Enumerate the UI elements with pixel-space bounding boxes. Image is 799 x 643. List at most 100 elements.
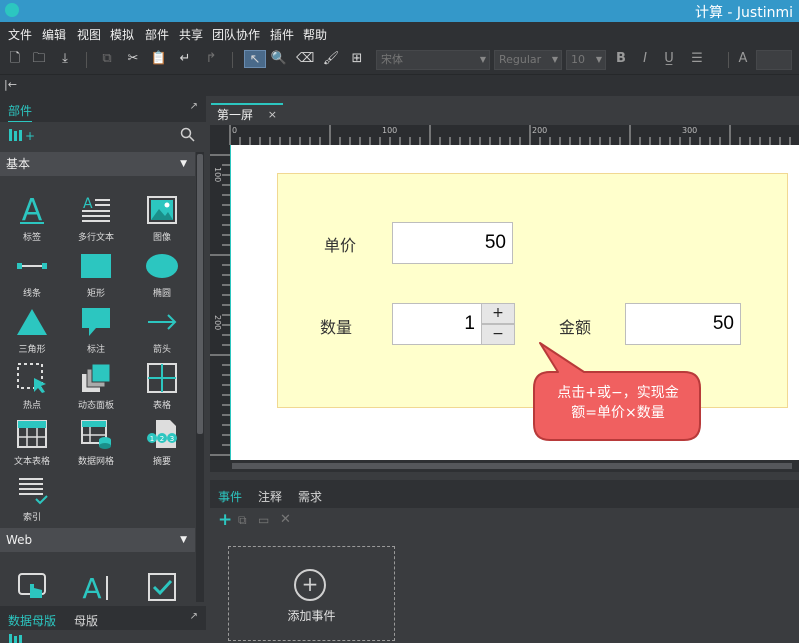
widget-dynamic-panel[interactable]: 动态面板 <box>72 358 120 414</box>
tab-first-screen[interactable]: 第一屏 × <box>211 103 283 125</box>
menu-plugins[interactable]: 插件 <box>270 26 294 43</box>
library-add-icon[interactable]: + <box>8 127 36 143</box>
select-pointer-icon[interactable]: ↖ <box>244 50 266 68</box>
widget-triangle[interactable]: 三角形 <box>8 302 56 358</box>
font-family-value: 宋体 <box>381 53 403 66</box>
copy-icon[interactable]: ⧉ <box>98 50 116 68</box>
masters-panel-tabs: 数据母版 母版 ↗ <box>0 606 206 633</box>
widget-checkbox[interactable] <box>138 566 186 606</box>
callout-text: 点击+或−，实现金 额=单价×数量 <box>536 383 700 423</box>
amount-field[interactable]: 50 <box>625 303 741 345</box>
widget-hotspot[interactable]: 热点 <box>8 358 56 414</box>
expand-icon[interactable]: ↗ <box>190 611 198 622</box>
menu-view[interactable]: 视图 <box>77 26 101 43</box>
widget-rectangle[interactable]: 矩形 <box>72 246 120 302</box>
widget-paragraph-name: 多行文本 <box>77 233 114 243</box>
left-panel: 部件 ↗ + 基本 ▼ A 标签 A 多行文本 图像 线条 矩形 椭圆 三角形 … <box>0 96 206 643</box>
menu-simulate[interactable]: 模拟 <box>110 26 134 43</box>
tab-masters[interactable]: 母版 <box>74 612 98 629</box>
app-logo-icon <box>5 3 19 17</box>
index-icon <box>19 478 48 505</box>
new-file-icon[interactable]: 🗋 <box>6 50 24 68</box>
tab-requirements[interactable]: 需求 <box>298 488 322 505</box>
redo-icon[interactable]: ↱ <box>202 50 220 68</box>
font-color-button[interactable]: A <box>734 50 752 68</box>
category-basic-header[interactable]: 基本 ▼ <box>0 152 195 176</box>
font-color-select[interactable] <box>756 50 792 70</box>
menu-widgets[interactable]: 部件 <box>145 26 169 43</box>
quantity-increment-button[interactable]: + <box>481 303 515 324</box>
paste-icon[interactable]: 📋 <box>150 50 168 68</box>
chevron-down-icon: ▼ <box>180 535 187 545</box>
search-icon[interactable] <box>180 127 196 143</box>
style-icon[interactable]: ⊞ <box>348 50 366 68</box>
collapse-panel-icon[interactable]: |← <box>4 78 17 91</box>
expand-icon[interactable]: ↗ <box>190 101 198 112</box>
menu-share[interactable]: 共享 <box>179 26 203 43</box>
widgets-scrollbar-thumb[interactable] <box>197 154 203 434</box>
ruler-label: 100 <box>382 126 398 135</box>
widget-image[interactable]: 图像 <box>138 190 186 246</box>
widget-ellipse-name: 椭圆 <box>152 289 171 299</box>
widget-line[interactable]: 线条 <box>8 246 56 302</box>
quantity-decrement-button[interactable]: − <box>481 324 515 345</box>
widget-summary[interactable]: 123 摘要 <box>138 414 186 470</box>
widget-summary-name: 摘要 <box>152 457 171 467</box>
bold-button[interactable]: B <box>612 50 630 68</box>
download-icon[interactable]: ⤓ <box>56 50 74 68</box>
category-web-label: Web <box>6 533 33 547</box>
menu-help[interactable]: 帮助 <box>303 26 327 43</box>
format-painter-icon[interactable]: 🖌 <box>322 50 340 68</box>
widget-table[interactable]: 表格 <box>138 358 186 414</box>
italic-button[interactable]: I <box>636 50 654 68</box>
menu-edit[interactable]: 编辑 <box>42 26 66 43</box>
chevron-down-icon: ▼ <box>180 159 187 169</box>
widget-callout-name: 标注 <box>86 345 105 355</box>
align-icon[interactable]: ☰ <box>688 50 706 68</box>
ruler-label: 200 <box>532 126 548 135</box>
close-icon[interactable]: × <box>268 105 277 125</box>
eraser-icon[interactable]: ⌫ <box>296 50 314 68</box>
widget-index[interactable]: 索引 <box>8 470 56 526</box>
canvas-horizontal-scrollbar[interactable] <box>210 460 799 472</box>
rectangle-icon <box>81 254 111 278</box>
font-family-select[interactable]: 宋体 ▼ <box>376 50 490 70</box>
paste-icon[interactable]: ▭ <box>258 513 269 527</box>
copy-icon[interactable]: ⧉ <box>238 513 247 528</box>
menu-team[interactable]: 团队协作 <box>212 26 260 43</box>
scrollbar-thumb[interactable] <box>232 463 792 469</box>
zoom-icon[interactable]: 🔍 <box>270 50 288 68</box>
add-event-button[interactable]: + 添加事件 <box>228 546 395 641</box>
widget-text-table[interactable]: 文本表格 <box>8 414 56 470</box>
tab-notes[interactable]: 注释 <box>258 488 282 505</box>
undo-icon[interactable]: ↵ <box>176 50 194 68</box>
font-size-select[interactable]: 10 ▼ <box>566 50 606 70</box>
callout-icon <box>82 308 110 336</box>
font-style-select[interactable]: Regular ▼ <box>494 50 562 70</box>
widget-text-field[interactable]: A <box>72 566 120 606</box>
text-table-icon <box>17 420 47 448</box>
widget-ellipse[interactable]: 椭圆 <box>138 246 186 302</box>
underline-icon[interactable]: U̲ <box>660 50 678 68</box>
tab-widgets[interactable]: 部件 <box>8 102 33 123</box>
widget-paragraph[interactable]: A 多行文本 <box>72 190 120 246</box>
widget-callout[interactable]: 标注 <box>72 302 120 358</box>
ruler-ticks <box>229 125 791 145</box>
menu-file[interactable]: 文件 <box>8 26 32 43</box>
widget-label[interactable]: A 标签 <box>8 190 56 246</box>
hotspot-icon <box>17 363 46 393</box>
delete-icon[interactable]: ✕ <box>280 512 291 527</box>
library-add-icon[interactable] <box>8 632 28 643</box>
unit-price-field[interactable]: 50 <box>392 222 513 264</box>
tab-events[interactable]: 事件 <box>218 488 243 510</box>
widget-button[interactable] <box>8 566 56 606</box>
open-folder-icon[interactable]: 🗀 <box>30 50 48 68</box>
widget-arrow[interactable]: 箭头 <box>138 302 186 358</box>
category-web-header[interactable]: Web ▼ <box>0 528 195 552</box>
cut-icon[interactable]: ✂ <box>124 50 142 68</box>
chevron-down-icon: ▼ <box>595 55 602 64</box>
line-icon <box>17 263 47 269</box>
add-icon[interactable]: + <box>218 510 232 530</box>
widget-data-grid[interactable]: 数据网格 <box>72 414 120 470</box>
quantity-field[interactable]: 1 <box>392 303 482 345</box>
